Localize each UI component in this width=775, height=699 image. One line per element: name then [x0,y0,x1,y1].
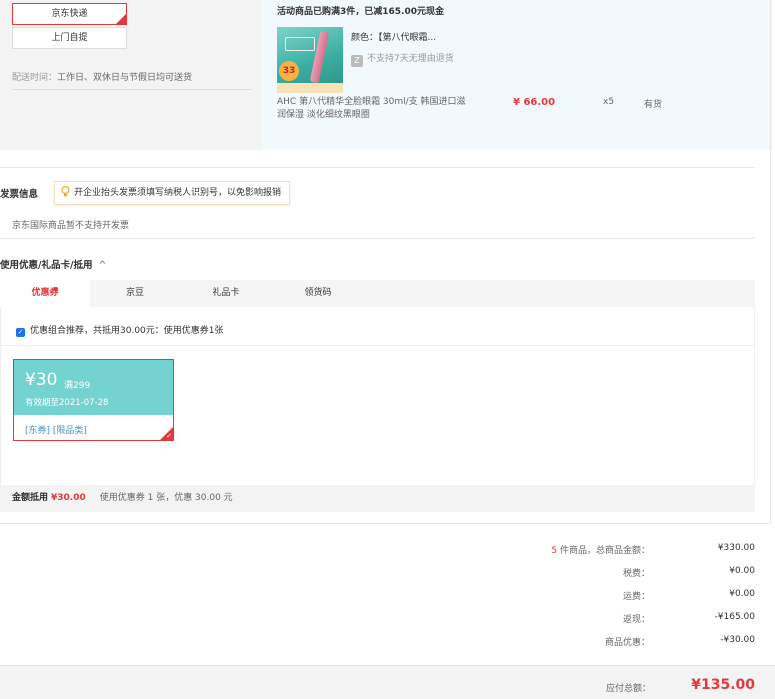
divider-vertical [770,0,771,523]
selected-check-icon [160,427,173,440]
product-quantity: x5 [603,97,615,107]
tab-label: 领货码 [304,288,332,298]
product-name[interactable]: AHC 第八代精华全脸眼霜 30ml/支 韩国进口滋润保湿 淡化细纹黑眼圈 [277,96,472,122]
divider [0,167,755,168]
tab-coupon[interactable]: 优惠券 [0,280,90,308]
color-value: 【第八代眼霜... [378,33,437,43]
divider [0,523,771,524]
payable-value: ¥135.00 [691,677,755,693]
tab-redeem-code[interactable]: 领货码 [272,280,364,308]
color-label: 颜色： [351,33,379,43]
shipping-panel: 京东快递 上门自提 配送时间：工作日、双休日与节假日均可送货 [0,0,261,150]
tab-label: 京豆 [125,288,144,298]
lightbulb-icon [61,186,70,197]
product-image-tag [285,37,315,51]
product-image-badge: 33 [279,61,299,81]
notification-dot-icon [54,287,58,291]
invoice-tip-text: 开企业抬头发票须填写纳税人识别号，以免影响报销 [74,188,282,198]
tab-label: 礼品卡 [212,288,240,298]
coupon-tags: [东券] [限品类] [25,426,87,436]
goods-total-label: 5 件商品，总商品金额： [551,543,650,556]
checkbox-checked-icon[interactable]: ✓ [16,328,25,337]
coupon-condition: 满299 [64,381,91,391]
invoice-title: 发票信息 [0,189,39,200]
summary-product-discount: 商品优惠： -¥30.00 [0,635,755,649]
product-color: 颜色：【第八代眼霜... [351,30,436,43]
product-discount-label: 商品优惠： [604,638,650,648]
summary-shipping: 运费： ¥0.00 [0,589,755,603]
payable-total-bar: 应付总额： ¥135.00 [0,665,775,699]
shipping-fee-label: 运费： [622,592,650,602]
product-image[interactable]: 33 [277,27,343,93]
coupon-card[interactable]: ¥30 满299 有效期至2021-07-28 [东券] [限品类] [13,359,174,441]
coupon-validity: 有效期至2021-07-28 [25,398,109,408]
no-return-text: 不支持7天无理由退货 [367,54,454,64]
tax-label: 税费： [622,569,650,579]
discount-label: 金额抵用 [12,493,49,503]
shipping-option-self-pickup[interactable]: 上门自提 [12,27,127,49]
tax-value: ¥0.00 [729,566,755,576]
divider [1,345,755,346]
coupon-section-label: 使用优惠/礼品卡/抵用 [0,260,93,271]
discount-summary-bar: 金额抵用 ¥30.00 使用优惠券 1 张，优惠 30.00 元 [0,485,755,512]
discount-value: ¥30.00 [51,493,86,503]
divider [0,238,755,239]
summary-goods-total: 5 件商品，总商品金额： ¥330.00 [0,543,755,557]
promo-summary: 活动商品已购满3件，已减165.00元现金 [277,7,444,17]
cashback-value: -¥165.00 [714,612,755,622]
coupon-amount: ¥30 [25,370,58,390]
product-stock-status: 有货 [644,100,663,110]
tab-jingdou[interactable]: 京豆 [90,280,180,308]
discount-detail: 使用优惠券 1 张，优惠 30.00 元 [99,493,233,503]
recommend-text: 优惠组合推荐，共抵用30.00元：使用优惠券1张 [30,326,224,336]
delivery-time-label: 配送时间： [12,73,58,83]
invoice-note: 京东国际商品暂不支持开发票 [12,221,130,231]
coupon-section-title[interactable]: 使用优惠/礼品卡/抵用 ^ [0,257,106,271]
coupon-card-header: ¥30 满299 有效期至2021-07-28 [14,360,173,415]
shipping-option-label: 上门自提 [51,33,88,43]
shipping-option-label: 京东快递 [51,9,88,19]
selected-check-icon [116,5,126,25]
delivery-time: 配送时间：工作日、双休日与节假日均可送货 [12,70,252,90]
summary-tax: 税费： ¥0.00 [0,566,755,580]
product-discount-value: -¥30.00 [720,635,755,645]
summary-cashback: 返现： -¥165.00 [0,612,755,626]
no-return-icon: Z [351,55,363,67]
delivery-time-value: 工作日、双休日与节假日均可送货 [57,73,193,83]
coupon-recommend[interactable]: ✓ 优惠组合推荐，共抵用30.00元：使用优惠券1张 [16,323,224,337]
goods-total-value: ¥330.00 [717,543,755,553]
goods-total-text: 件商品，总商品金额： [557,546,650,556]
payable-label: 应付总额： [605,684,651,694]
product-price: ¥ 66.00 [513,97,556,108]
product-image-strip [277,83,343,93]
invoice-tip: 开企业抬头发票须填写纳税人识别号，以免影响报销 [54,181,291,205]
cashback-label: 返现： [622,615,650,625]
chevron-up-icon: ^ [98,260,107,271]
no-return-notice: Z 不支持7天无理由退货 [351,51,454,67]
shipping-option-jd-express[interactable]: 京东快递 [12,3,127,25]
shipping-fee-value: ¥0.00 [729,589,755,599]
tab-gift-card[interactable]: 礼品卡 [180,280,272,308]
coupon-tabs: 优惠券 京豆 礼品卡 领货码 [0,280,755,308]
